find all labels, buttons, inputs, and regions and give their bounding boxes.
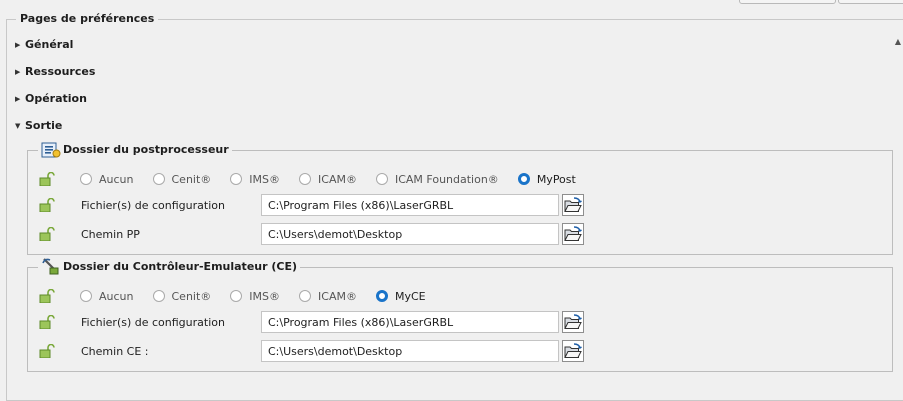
controller-config-input[interactable] [261,311,559,333]
controller-option-ims[interactable]: IMS® [230,290,280,303]
controller-group-label: Dossier du Contrôleur-Emulateur (CE) [63,259,298,273]
triangle-down-icon: ▼ [15,121,21,130]
open-folder-icon [564,343,582,358]
postprocessor-path-label: Chemin PP [81,227,140,241]
postprocessor-config-label: Fichier(s) de configuration [81,198,225,212]
triangle-right-icon: ▶ [15,40,21,49]
triangle-right-icon: ▶ [15,94,21,103]
postprocessor-folder-icon [41,142,61,158]
postprocessor-radio-group: Aucun Cenit® IMS® ICAM® ICAM Foundation® MyPo… [80,173,595,186]
tree-item-operation[interactable]: ▶ Opération [15,92,87,105]
controller-emulator-icon [42,258,59,275]
controller-path-label: Chemin CE : [81,344,149,358]
tree-item-output[interactable]: ▼ Sortie [15,119,62,132]
tree-item-general[interactable]: ▶ Général [15,38,73,51]
unlocked-padlock-icon [39,315,55,329]
top-button-left[interactable] [739,0,836,4]
postprocessor-path-browse-button[interactable] [562,223,584,245]
radio-checked-icon[interactable] [375,290,388,302]
tree-item-resources-label: Ressources [25,65,96,78]
unlocked-padlock-icon [39,289,55,303]
tree-item-resources[interactable]: ▶ Ressources [15,65,95,78]
open-folder-icon [564,226,582,241]
controller-config-browse-button[interactable] [562,311,584,333]
controller-option-myce[interactable]: MyCE [375,289,426,303]
unlocked-padlock-icon [39,344,55,358]
radio-unchecked-icon[interactable] [80,173,92,185]
postprocessor-group-label: Dossier du postprocesseur [63,142,229,156]
triangle-right-icon: ▶ [15,67,21,76]
radio-checked-icon[interactable] [517,173,530,185]
radio-option-label: Cenit® [171,289,212,303]
controller-option-aucun[interactable]: Aucun [80,290,134,303]
unlocked-padlock-icon [39,227,55,241]
controller-path-browse-button[interactable] [562,340,584,362]
unlocked-padlock-icon [39,172,55,186]
unlocked-padlock-icon [39,198,55,212]
controller-config-label: Fichier(s) de configuration [81,315,225,329]
radio-option-label: ICAM® [318,289,357,303]
top-button-right[interactable] [838,0,903,4]
scroll-up-arrow-icon[interactable]: ▲ [895,37,901,46]
controller-option-icam[interactable]: ICAM® [299,290,357,303]
preference-pages-title: Pages de préférences [16,12,159,25]
radio-unchecked-icon[interactable] [230,290,243,302]
controller-group-title: Dossier du Contrôleur-Emulateur (CE) [38,257,301,275]
postprocessor-option-mypost[interactable]: MyPost [517,172,576,186]
postprocessor-option-ims[interactable]: IMS® [230,173,280,186]
controller-radio-group: Aucun Cenit® IMS® ICAM® MyCE [80,290,445,303]
radio-unchecked-icon[interactable] [152,290,165,302]
open-folder-icon [564,314,582,329]
postprocessor-option-icam[interactable]: ICAM® [299,173,357,186]
postprocessor-path-input[interactable] [261,223,559,245]
radio-option-label: MyCE [394,289,426,303]
postprocessor-option-cenit[interactable]: Cenit® [152,172,212,186]
radio-option-label: IMS® [249,172,281,186]
postprocessor-group: Dossier du postprocesseur Aucun Cenit® IMS… [27,140,893,255]
tree-item-general-label: Général [25,38,74,51]
radio-option-label: ICAM Foundation® [394,172,499,186]
postprocessor-group-title: Dossier du postprocesseur [38,140,232,158]
radio-unchecked-icon[interactable] [230,173,243,185]
tree-item-output-label: Sortie [25,119,63,132]
controller-option-cenit[interactable]: Cenit® [152,289,212,303]
radio-option-label: IMS® [249,289,281,303]
postprocessor-config-browse-button[interactable] [562,194,584,216]
radio-option-label: MyPost [536,172,576,186]
postprocessor-config-input[interactable] [261,194,559,216]
radio-option-label: Cenit® [171,172,212,186]
controller-path-input[interactable] [261,340,559,362]
postprocessor-option-aucun[interactable]: Aucun [80,173,134,186]
postprocessor-option-icam-foundation[interactable]: ICAM Foundation® [375,172,499,186]
radio-unchecked-icon[interactable] [152,173,165,185]
tree-item-operation-label: Opération [25,92,87,105]
radio-option-label: Aucun [99,172,134,186]
controller-group: Dossier du Contrôleur-Emulateur (CE) Auc… [27,257,893,372]
radio-unchecked-icon[interactable] [375,173,388,185]
open-folder-icon [564,197,582,212]
radio-option-label: ICAM® [318,172,357,186]
radio-unchecked-icon[interactable] [80,290,92,302]
radio-unchecked-icon[interactable] [299,173,312,185]
radio-option-label: Aucun [99,289,134,303]
radio-unchecked-icon[interactable] [299,290,312,302]
